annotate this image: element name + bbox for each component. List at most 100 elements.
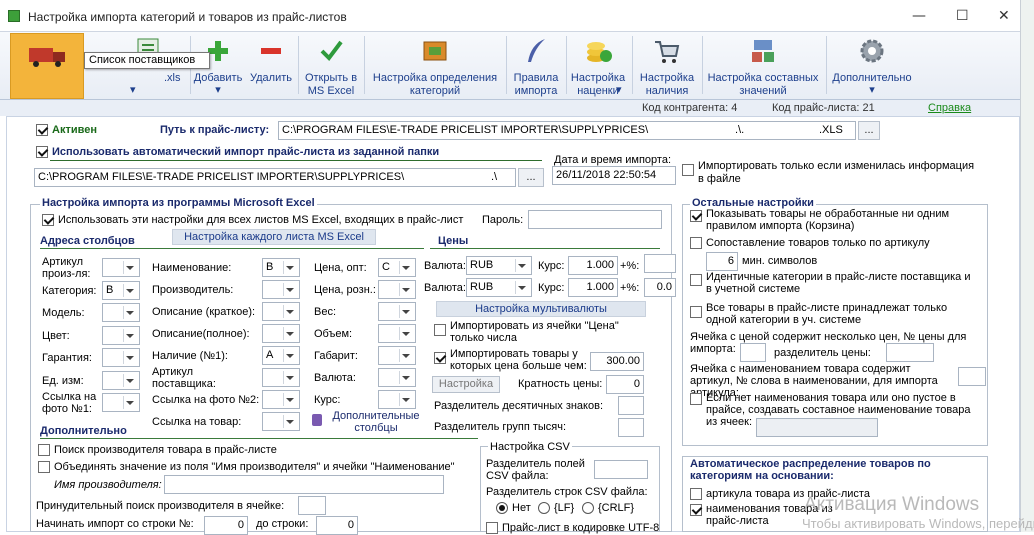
row-sep-none-radio[interactable] (496, 502, 508, 514)
price-above-checkbox[interactable] (434, 352, 446, 364)
col1-address-select[interactable]: B (102, 280, 140, 300)
col3-address-select[interactable] (378, 280, 416, 299)
composite-values-button[interactable]: Настройка составных значений (702, 32, 824, 100)
composite-cells-input[interactable] (756, 418, 878, 437)
tooltip: Список поставщиков (84, 52, 210, 69)
price-settings-button[interactable]: Настройка (432, 376, 500, 393)
col3-address-select[interactable] (378, 368, 416, 387)
manufacturer-name-label: Имя производителя: (54, 479, 162, 491)
import-rules-button[interactable]: Правила импорта (508, 32, 564, 100)
row-sep-crlf-radio[interactable] (582, 502, 594, 514)
currency-select-2[interactable]: RUB (466, 278, 532, 297)
maximize-button[interactable]: ☐ (956, 8, 969, 24)
col3-address-select[interactable] (378, 346, 416, 365)
start-row-input[interactable]: 0 (204, 516, 248, 535)
col2-address-select[interactable] (262, 368, 300, 387)
only-changed-checkbox[interactable] (682, 164, 694, 176)
availability-settings-button[interactable]: Настройка наличия (634, 32, 700, 100)
use-all-sheets-checkbox[interactable] (42, 214, 54, 226)
rate-input-1[interactable]: 1.000 (568, 256, 618, 275)
col1-address-select[interactable] (102, 370, 140, 390)
col2-address-select[interactable] (262, 324, 300, 343)
by-name-checkbox[interactable] (690, 504, 702, 516)
category-settings-button[interactable]: Настройка определения категорий (366, 32, 504, 100)
match-by-article-checkbox[interactable] (690, 237, 702, 249)
import-folder-input[interactable]: C:\PROGRAM FILES\E-TRADE PRICELIST IMPOR… (34, 168, 516, 187)
markup-settings-button[interactable]: Настройка наценки ▾ (566, 32, 630, 100)
supplier-list-button[interactable] (10, 33, 84, 99)
toolbar-separator (632, 36, 633, 94)
only-numbers-checkbox[interactable] (434, 324, 446, 336)
close-button[interactable]: ✕ (998, 8, 1010, 24)
col2-label: Наименование: (152, 262, 232, 274)
col2-address-select[interactable] (262, 390, 300, 409)
col2-label: Наличие (№1): (152, 350, 228, 362)
manufacturer-name-input[interactable] (164, 475, 444, 494)
col2-address-select[interactable]: B (262, 258, 300, 277)
currency-label-2: Валюта: (424, 282, 466, 294)
col1-address-select[interactable] (102, 258, 140, 277)
col1-address-select[interactable] (102, 303, 140, 322)
open-excel-button[interactable]: Открыть в MS Excel (300, 32, 362, 100)
word-number-input[interactable] (958, 367, 986, 386)
col1-address-select[interactable] (102, 325, 140, 345)
by-article-checkbox[interactable] (690, 488, 702, 500)
help-link[interactable]: Справка (928, 102, 971, 114)
price-above-input[interactable]: 300.00 (590, 352, 644, 371)
thousand-sep-input[interactable] (618, 418, 644, 437)
utf8-checkbox[interactable] (486, 522, 498, 534)
col3-address-select[interactable] (378, 390, 416, 409)
browse-path-button[interactable]: ... (858, 121, 880, 140)
show-unprocessed-checkbox[interactable] (690, 210, 702, 222)
one-category-checkbox[interactable] (690, 306, 702, 318)
show-unprocessed-label: Показывать товары не обработанные ни одн… (706, 208, 950, 232)
activation-watermark-title: Активация Windows (804, 494, 980, 515)
col1-label: Ед. изм: (42, 374, 84, 387)
decimal-sep-input[interactable] (618, 396, 644, 415)
multiplicity-input[interactable]: 0 (606, 375, 644, 394)
row-sep-lf-radio[interactable] (538, 502, 550, 514)
pricelist-path-input[interactable]: C:\PROGRAM FILES\E-TRADE PRICELIST IMPOR… (278, 121, 856, 140)
per-sheet-settings-button[interactable]: Настройка каждого листа MS Excel (172, 229, 376, 245)
currency-select-1[interactable]: RUB (466, 256, 532, 275)
minimize-button[interactable]: — (912, 8, 926, 24)
delete-button[interactable]: Удалить (246, 32, 296, 100)
min-symbols-input[interactable]: 6 (706, 252, 738, 271)
col1-address-select[interactable] (102, 348, 140, 367)
col2-address-select[interactable] (262, 412, 300, 431)
multicurrency-button[interactable]: Настройка мультивалюты (436, 301, 646, 317)
import-datetime-input[interactable]: 26/11/2018 22:50:54 (552, 166, 676, 185)
delete-icon (256, 36, 286, 66)
merge-manufacturer-checkbox[interactable] (38, 461, 50, 473)
price-number-input[interactable] (740, 343, 766, 362)
to-row-input[interactable]: 0 (316, 516, 358, 535)
extra-columns-button[interactable]: Дополнительные столбцы (326, 410, 426, 434)
col1-label: Гарантия: (42, 352, 92, 364)
currency-label: Валюта: (424, 260, 466, 272)
auto-import-checkbox[interactable] (36, 146, 48, 158)
rate-input-2[interactable]: 1.000 (568, 278, 618, 297)
rate-label-2: Курс: (538, 282, 565, 294)
active-checkbox[interactable] (36, 124, 48, 136)
field-sep-input[interactable] (594, 460, 648, 479)
identical-categories-checkbox[interactable] (690, 274, 702, 286)
forced-search-input[interactable] (298, 496, 326, 515)
col3-address-select[interactable] (378, 302, 416, 321)
col2-address-select[interactable] (262, 280, 300, 299)
pct-input-1[interactable] (644, 254, 676, 273)
col3-address-select[interactable]: C (378, 258, 416, 277)
composite-name-checkbox[interactable] (690, 393, 702, 405)
col3-label: Курс: (314, 394, 341, 406)
additional-button[interactable]: Дополнительно ▾ (826, 32, 918, 100)
password-input[interactable] (528, 210, 662, 229)
price-sep-input[interactable] (886, 343, 934, 362)
price-above-label: Импортировать товары у которых цена боль… (450, 348, 587, 372)
search-manufacturer-label: Поиск производителя товара в прайс-листе (54, 444, 277, 456)
col3-address-select[interactable] (378, 324, 416, 343)
pct-input-2[interactable]: 0.0 (644, 278, 676, 297)
col2-address-select[interactable] (262, 302, 300, 321)
browse-folder-button[interactable]: ... (518, 168, 544, 187)
col1-address-select[interactable] (102, 393, 140, 412)
search-manufacturer-checkbox[interactable] (38, 444, 50, 456)
col2-address-select[interactable]: A (262, 346, 300, 365)
